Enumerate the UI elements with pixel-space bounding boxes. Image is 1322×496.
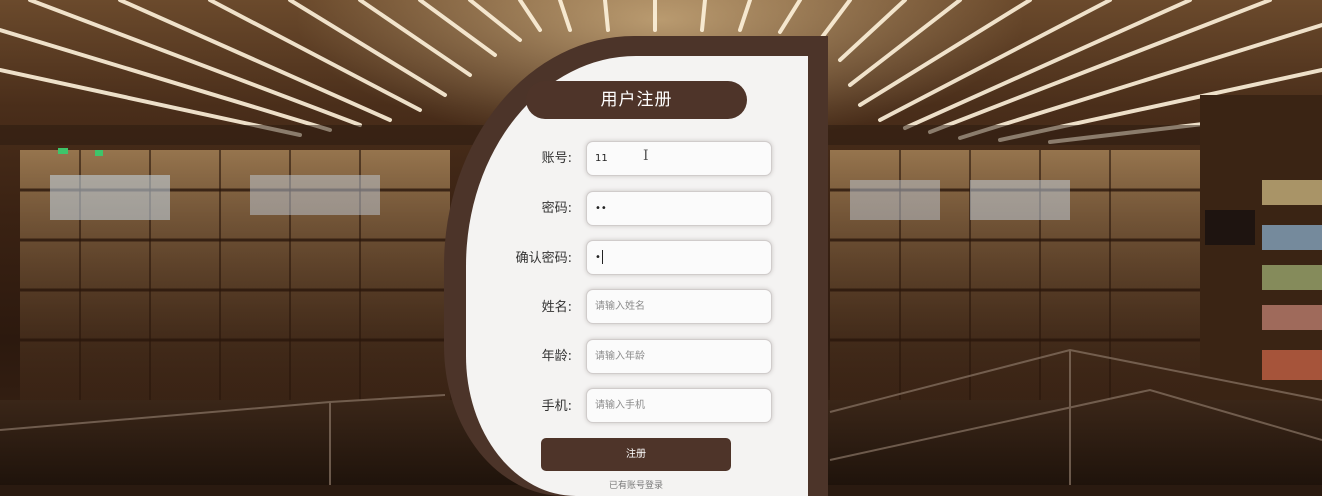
password-label: 密码: bbox=[541, 201, 572, 216]
register-title: 用户注册 bbox=[526, 81, 747, 119]
name-input[interactable]: 请输入姓名 bbox=[586, 289, 772, 324]
age-label: 年龄: bbox=[541, 349, 572, 364]
confirm-password-label: 确认密码: bbox=[515, 251, 572, 266]
password-input[interactable]: •• bbox=[586, 191, 772, 226]
age-placeholder: 请输入年龄 bbox=[595, 351, 645, 362]
phone-input[interactable]: 请输入手机 bbox=[586, 388, 772, 423]
name-placeholder: 请输入姓名 bbox=[595, 301, 645, 312]
account-input[interactable]: 11 bbox=[586, 141, 772, 176]
account-label: 账号: bbox=[541, 151, 572, 166]
input-caret bbox=[601, 250, 603, 264]
phone-label: 手机: bbox=[541, 399, 572, 414]
right-shelf bbox=[1200, 95, 1322, 415]
register-card bbox=[466, 56, 808, 496]
phone-placeholder: 请输入手机 bbox=[595, 400, 645, 411]
account-value: 11 bbox=[595, 153, 608, 164]
register-button[interactable]: 注册 bbox=[541, 438, 731, 471]
name-label: 姓名: bbox=[541, 300, 572, 315]
age-input[interactable]: 请输入年龄 bbox=[586, 339, 772, 374]
text-cursor-icon: I bbox=[643, 148, 649, 164]
password-value: •• bbox=[595, 203, 607, 214]
confirm-password-value: • bbox=[595, 252, 601, 263]
confirm-password-input[interactable]: • bbox=[586, 240, 772, 275]
